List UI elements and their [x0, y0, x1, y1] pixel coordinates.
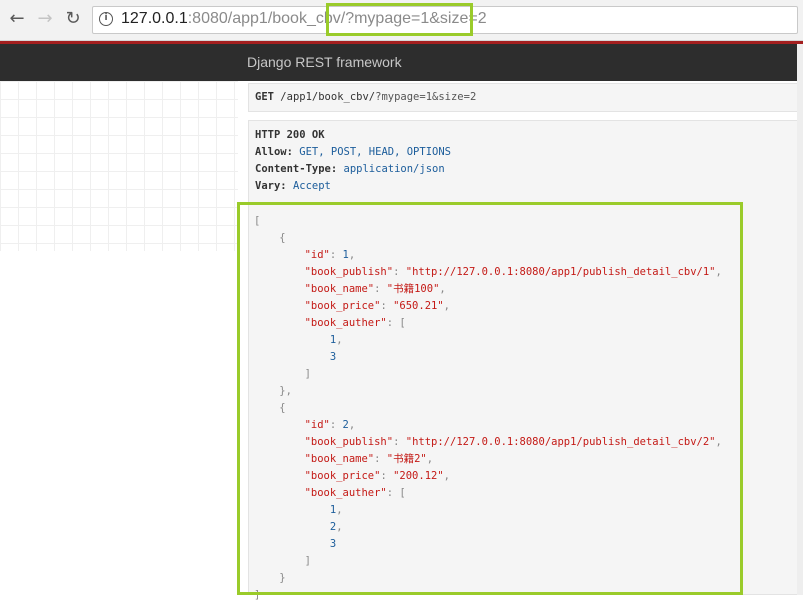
browser-toolbar: ← → ↻ i 127.0.0.1:8080/app1/book_cbv/?my…: [0, 0, 803, 41]
header-content-type: Content-Type: application/json: [255, 163, 445, 175]
header-vary: Vary: Accept: [255, 180, 331, 192]
back-arrow-icon[interactable]: ←: [6, 8, 28, 30]
brand-title[interactable]: Django REST framework: [247, 54, 402, 70]
background-grid: [0, 81, 238, 251]
header-allow: Allow: GET, POST, HEAD, OPTIONS: [255, 146, 451, 158]
response-headers: HTTP 200 OK Allow: GET, POST, HEAD, OPTI…: [255, 127, 451, 195]
json-highlight-box: [237, 202, 743, 595]
response-status: HTTP 200 OK: [255, 129, 325, 141]
url-host: 127.0.0.1: [121, 10, 188, 27]
request-info: GET /app1/book_cbv/?mypage=1&size=2: [248, 83, 803, 112]
drf-navbar: Django REST framework: [0, 44, 803, 81]
page-scrollbar[interactable]: [797, 44, 803, 595]
info-icon[interactable]: i: [99, 12, 113, 26]
request-path: /app1/book_cbv/: [280, 91, 376, 103]
reload-icon[interactable]: ↻: [62, 8, 84, 30]
forward-arrow-icon[interactable]: →: [34, 8, 56, 30]
request-query: ?mypage=1&size=2: [375, 91, 477, 103]
query-highlight-box: [326, 3, 473, 36]
request-method: GET: [255, 91, 274, 103]
